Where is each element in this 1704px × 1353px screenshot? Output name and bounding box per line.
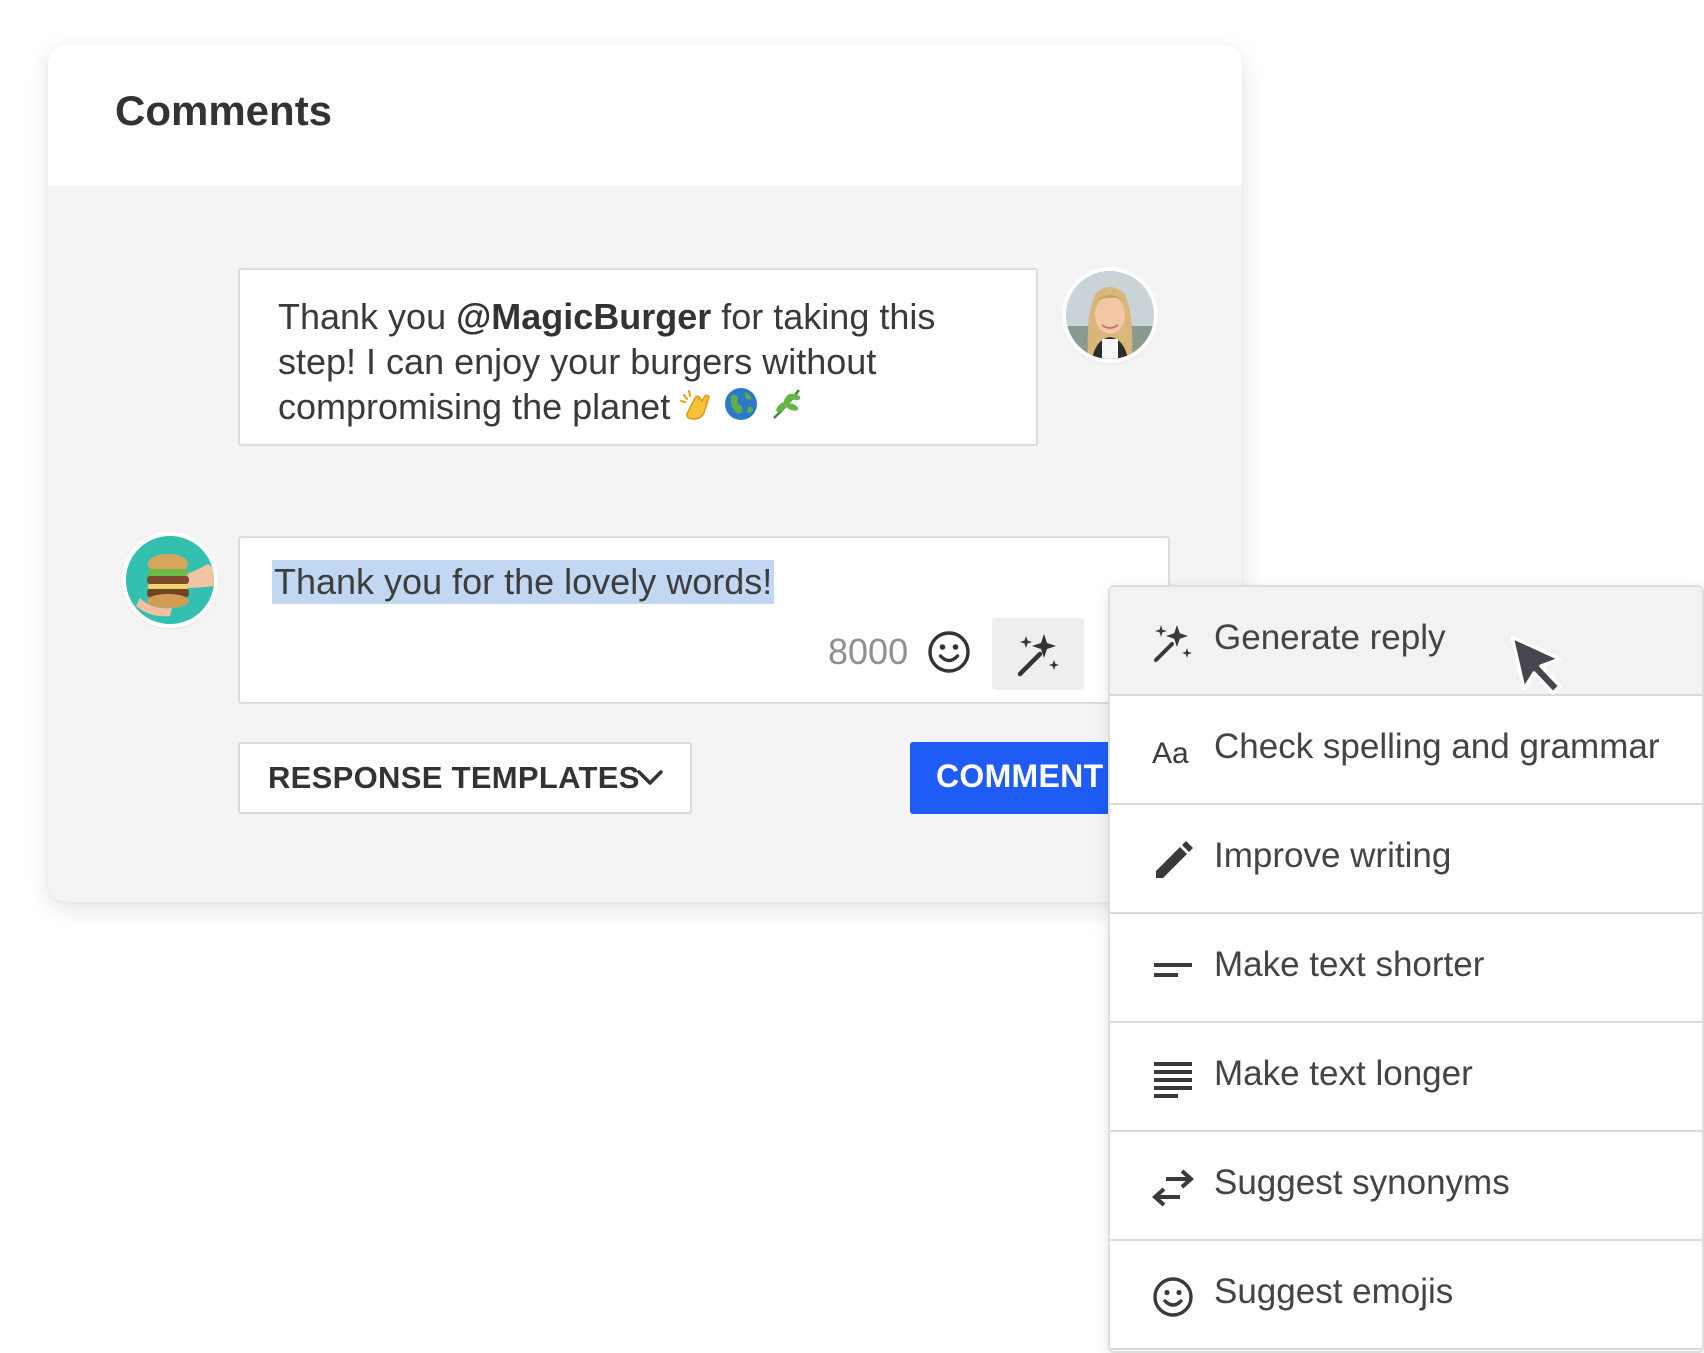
menu-item-make-longer[interactable]: Make text longer <box>1110 1023 1702 1132</box>
comment-button-label: COMMENT <box>936 758 1104 794</box>
menu-item-check-spelling[interactable]: Aa Check spelling and grammar <box>1110 696 1702 805</box>
comment-bubble: Thank you @MagicBurger for taking this s… <box>238 268 1038 446</box>
comments-panel: Comments Thank you @MagicBurger for taki… <box>48 45 1242 902</box>
brand-avatar[interactable] <box>126 536 214 624</box>
emoji-picker-button[interactable] <box>926 629 972 675</box>
response-templates-dropdown[interactable]: RESPONSE TEMPLATES <box>238 742 692 814</box>
reply-input[interactable]: Thank you for the lovely words! 8000 <box>238 536 1170 704</box>
svg-text:Aa: Aa <box>1152 737 1189 770</box>
comment-text-before: Thank you <box>278 296 457 337</box>
menu-item-label: Make text longer <box>1214 1054 1473 1093</box>
herb-emoji-icon <box>768 385 806 433</box>
magic-wand-icon <box>1017 634 1059 677</box>
menu-item-make-shorter[interactable]: Make text shorter <box>1110 914 1702 1023</box>
panel-title: Comments <box>115 87 333 134</box>
menu-item-generate-reply[interactable]: Generate reply <box>1110 587 1702 696</box>
text-aa-icon: Aa <box>1152 737 1189 770</box>
commenter-avatar[interactable] <box>1066 271 1154 359</box>
mention-link[interactable]: @MagicBurger <box>456 296 711 337</box>
character-count: 8000 <box>828 631 909 672</box>
swap-arrows-icon <box>1152 1169 1194 1207</box>
clapping-hands-emoji-icon <box>678 387 714 433</box>
ai-assist-menu: Generate reply Aa Check spelling and gra… <box>1108 585 1704 1353</box>
menu-item-suggest-emojis[interactable]: Suggest emojis <box>1110 1241 1702 1350</box>
smiley-icon <box>928 631 970 673</box>
menu-item-label: Suggest emojis <box>1214 1272 1454 1311</box>
pencil-icon <box>1156 841 1193 878</box>
menu-item-label: Suggest synonyms <box>1214 1163 1510 1202</box>
menu-item-suggest-synonyms[interactable]: Suggest synonyms <box>1110 1132 1702 1241</box>
short-text-icon <box>1154 963 1192 977</box>
response-templates-label: RESPONSE TEMPLATES <box>268 760 640 795</box>
menu-item-label: Generate reply <box>1214 618 1446 657</box>
menu-item-improve-writing[interactable]: Improve writing <box>1110 805 1702 914</box>
menu-item-label: Make text shorter <box>1214 945 1485 984</box>
smiley-icon <box>1153 1277 1193 1317</box>
long-text-icon <box>1154 1062 1192 1098</box>
menu-item-label: Improve writing <box>1214 836 1452 875</box>
mouse-cursor-icon <box>1510 635 1562 695</box>
panel-header: Comments <box>48 45 1242 186</box>
menu-item-label: Check spelling and grammar <box>1214 727 1660 766</box>
magic-sparkle-icon <box>1154 625 1192 662</box>
reply-text-selected[interactable]: Thank you for the lovely words! <box>272 560 775 604</box>
comment-text: Thank you @MagicBurger for taking this s… <box>278 294 1018 433</box>
ai-assist-button[interactable] <box>992 618 1084 690</box>
globe-emoji-icon <box>722 385 760 433</box>
chevron-down-icon <box>637 770 663 785</box>
